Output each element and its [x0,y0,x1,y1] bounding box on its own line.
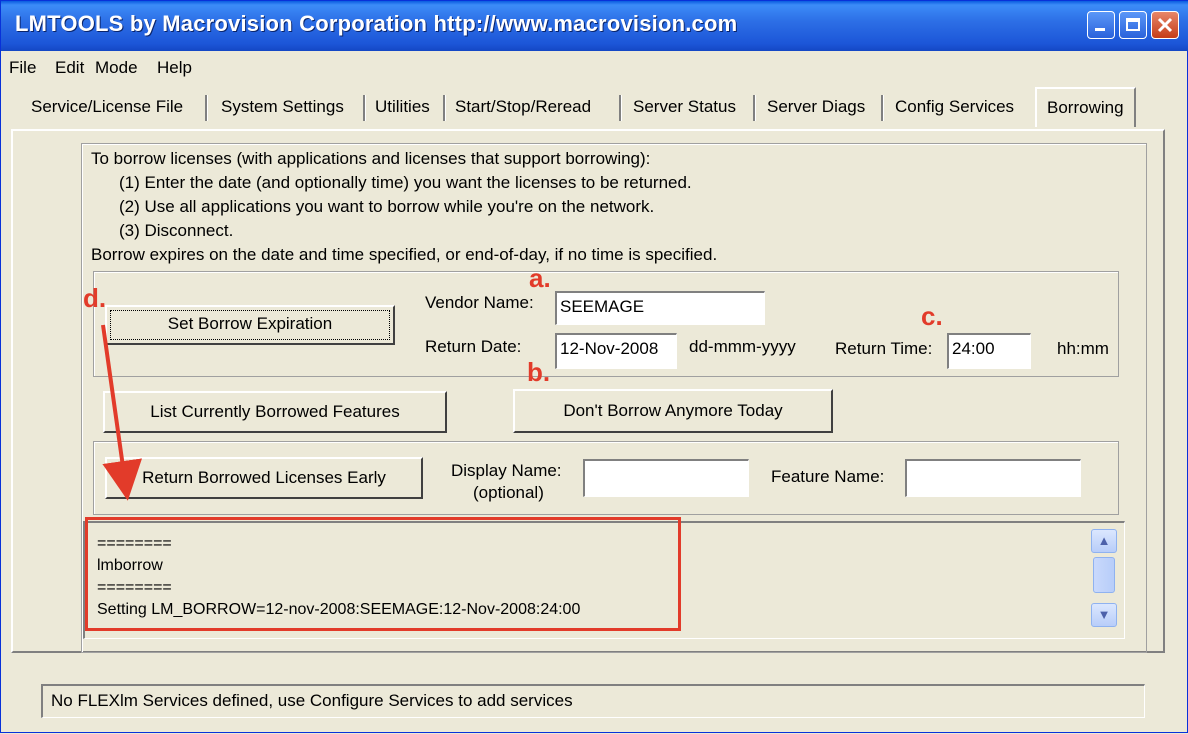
annotation-arrow [101,324,143,501]
status-bar: No FLEXlm Services defined, use Configur… [41,684,1145,718]
lmtools-window: LMTOOLS by Macrovision Corporation http:… [0,0,1188,733]
